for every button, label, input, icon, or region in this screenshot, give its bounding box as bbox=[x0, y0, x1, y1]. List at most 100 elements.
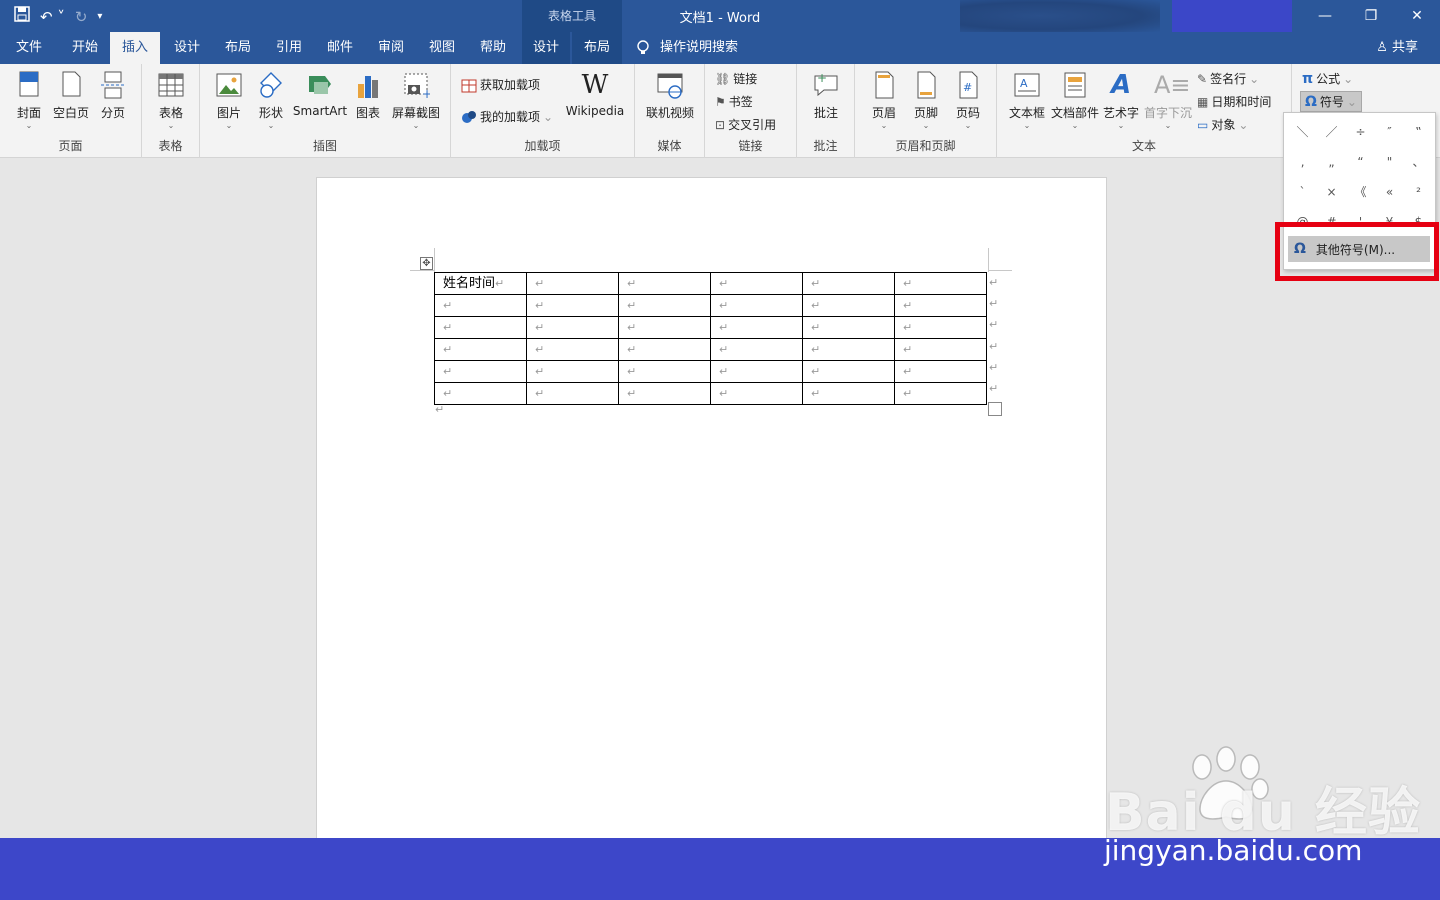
share-button[interactable]: ♙ 共享 bbox=[1376, 32, 1418, 64]
shapes-button[interactable]: 形状 ⌄ bbox=[252, 70, 290, 130]
table-cell[interactable]: ↵ bbox=[434, 360, 527, 383]
smartart-button[interactable]: SmartArt bbox=[292, 70, 348, 118]
table-cell[interactable]: ↵ bbox=[434, 338, 527, 361]
table-cell[interactable]: ↵ bbox=[710, 382, 803, 405]
save-icon[interactable] bbox=[14, 6, 30, 27]
table-cell[interactable]: 姓名时间↵ bbox=[434, 272, 527, 295]
header-button[interactable]: 页眉 ⌄ bbox=[865, 70, 903, 130]
tell-me-search[interactable]: 操作说明搜索 bbox=[636, 32, 738, 64]
table-cell[interactable]: ↵ bbox=[802, 294, 895, 317]
table-cell[interactable]: ↵ bbox=[894, 294, 987, 317]
table-cell[interactable]: ↵ bbox=[526, 382, 619, 405]
redo-icon[interactable]: ↻ bbox=[75, 7, 88, 27]
table-cell[interactable]: ↵ bbox=[802, 360, 895, 383]
table-cell[interactable]: ↵ bbox=[526, 360, 619, 383]
textbox-button[interactable]: A 文本框 ⌄ bbox=[1005, 70, 1049, 130]
symbol-cell[interactable]: × bbox=[1317, 177, 1346, 207]
table-cell[interactable]: ↵ bbox=[434, 382, 527, 405]
symbol-cell[interactable]: « bbox=[1375, 177, 1404, 207]
table-resize-handle[interactable] bbox=[988, 402, 1002, 416]
date-time-button[interactable]: ▦ 日期和时间 bbox=[1197, 93, 1271, 110]
table-cell[interactable]: ↵ bbox=[526, 338, 619, 361]
symbol-cell[interactable]: ‟ bbox=[1404, 117, 1433, 147]
symbol-cell[interactable]: ／ bbox=[1317, 117, 1346, 147]
symbol-cell[interactable]: 《 bbox=[1346, 177, 1375, 207]
cover-page-button[interactable]: 封面 ⌄ bbox=[10, 70, 48, 130]
table-cell[interactable]: ↵ bbox=[618, 360, 711, 383]
minimize-button[interactable]: — bbox=[1302, 0, 1348, 32]
wikipedia-button[interactable]: W Wikipedia bbox=[561, 70, 629, 118]
table-cell[interactable]: ↵ bbox=[526, 316, 619, 339]
symbol-cell[interactable]: " bbox=[1375, 147, 1404, 177]
table-cell[interactable]: ↵ bbox=[526, 294, 619, 317]
comment-button[interactable]: + 批注 bbox=[807, 70, 845, 121]
symbol-cell[interactable]: ÷ bbox=[1346, 117, 1375, 147]
table-cell[interactable]: ↵ bbox=[894, 360, 987, 383]
tab-insert[interactable]: 插入 bbox=[110, 32, 160, 64]
cross-reference-button[interactable]: ⊡ 交叉引用 bbox=[715, 116, 776, 133]
table-cell[interactable]: ↵ bbox=[802, 316, 895, 339]
page-break-button[interactable]: 分页 bbox=[94, 70, 132, 121]
symbol-cell[interactable]: “ bbox=[1346, 147, 1375, 177]
symbol-cell[interactable]: ＼ bbox=[1288, 117, 1317, 147]
tab-home[interactable]: 开始 bbox=[60, 32, 110, 64]
table-cell[interactable]: ↵ bbox=[618, 338, 711, 361]
object-button[interactable]: ▭ 对象 ⌄ bbox=[1197, 116, 1248, 133]
table-cell[interactable]: ↵ bbox=[618, 316, 711, 339]
table-cell[interactable]: ↵ bbox=[710, 316, 803, 339]
table-cell[interactable]: ↵ bbox=[710, 338, 803, 361]
symbol-cell[interactable]: „ bbox=[1317, 147, 1346, 177]
blank-page-button[interactable]: 空白页 bbox=[50, 70, 92, 121]
undo-icon[interactable]: ↶ ˅ bbox=[40, 7, 65, 27]
symbol-cell[interactable]: ‚ bbox=[1288, 147, 1317, 177]
link-button[interactable]: ⛓ 链接 bbox=[715, 70, 757, 87]
my-addins-button[interactable]: 我的加载项 ⌄ bbox=[461, 108, 553, 125]
symbol-cell[interactable]: ² bbox=[1404, 177, 1433, 207]
close-button[interactable]: ✕ bbox=[1394, 0, 1440, 32]
table-cell[interactable]: ↵ bbox=[710, 294, 803, 317]
bookmark-button[interactable]: ⚑ 书签 bbox=[715, 93, 753, 110]
table-cell[interactable]: ↵ bbox=[618, 272, 711, 295]
symbol-cell[interactable]: 、 bbox=[1404, 147, 1433, 177]
tab-review[interactable]: 审阅 bbox=[366, 32, 416, 64]
signature-line-button[interactable]: ✎ 签名行 ⌄ bbox=[1197, 70, 1259, 87]
table-cell[interactable]: ↵ bbox=[618, 294, 711, 317]
online-video-button[interactable]: 联机视频 bbox=[641, 70, 699, 121]
tab-layout[interactable]: 布局 bbox=[213, 32, 263, 64]
table-cell[interactable]: ↵ bbox=[710, 360, 803, 383]
table-cell[interactable]: ↵ bbox=[618, 382, 711, 405]
drop-cap-button[interactable]: A≡ 首字下沉 ⌄ bbox=[1143, 70, 1193, 130]
table-cell[interactable]: ↵ bbox=[894, 272, 987, 295]
footer-button[interactable]: 页脚 ⌄ bbox=[907, 70, 945, 130]
get-addins-button[interactable]: 获取加载项 bbox=[461, 76, 540, 93]
symbol-button[interactable]: Ω 符号 ⌄ bbox=[1300, 91, 1362, 112]
customize-icon[interactable]: ▾ bbox=[97, 7, 102, 27]
table-cell[interactable]: ↵ bbox=[434, 316, 527, 339]
quick-parts-button[interactable]: 文档部件 ⌄ bbox=[1049, 70, 1101, 130]
restore-button[interactable]: ❐ bbox=[1348, 0, 1394, 32]
table-cell[interactable]: ↵ bbox=[802, 272, 895, 295]
table-button[interactable]: 表格 ⌄ bbox=[152, 70, 190, 130]
table-cell[interactable]: ↵ bbox=[802, 382, 895, 405]
tab-mailings[interactable]: 邮件 bbox=[315, 32, 365, 64]
tab-view[interactable]: 视图 bbox=[417, 32, 467, 64]
equation-button[interactable]: π 公式 ⌄ bbox=[1302, 70, 1353, 87]
page-number-button[interactable]: # 页码 ⌄ bbox=[949, 70, 987, 130]
table-cell[interactable]: ↵ bbox=[710, 272, 803, 295]
symbol-cell[interactable]: ` bbox=[1288, 177, 1317, 207]
table-cell[interactable]: ↵ bbox=[894, 316, 987, 339]
wordart-button[interactable]: A 艺术字 ⌄ bbox=[1101, 70, 1141, 130]
document-table[interactable]: 姓名时间↵ ↵ ↵ ↵ ↵ ↵ ↵ ↵ ↵ ↵ ↵ ↵ ↵ ↵ ↵ ↵ ↵ ↵ … bbox=[434, 272, 987, 405]
tab-design[interactable]: 设计 bbox=[162, 32, 212, 64]
table-move-handle[interactable]: ✥ bbox=[420, 257, 433, 270]
tab-file[interactable]: 文件 bbox=[0, 32, 58, 64]
tab-references[interactable]: 引用 bbox=[264, 32, 314, 64]
tab-table-layout[interactable]: 布局 bbox=[572, 32, 622, 64]
screenshot-button[interactable]: + 屏幕截图 ⌄ bbox=[388, 70, 444, 130]
table-cell[interactable]: ↵ bbox=[526, 272, 619, 295]
tab-table-design[interactable]: 设计 bbox=[522, 32, 570, 64]
tab-help[interactable]: 帮助 bbox=[468, 32, 518, 64]
table-cell[interactable]: ↵ bbox=[894, 382, 987, 405]
chart-button[interactable]: 图表 bbox=[350, 70, 386, 121]
table-cell[interactable]: ↵ bbox=[802, 338, 895, 361]
